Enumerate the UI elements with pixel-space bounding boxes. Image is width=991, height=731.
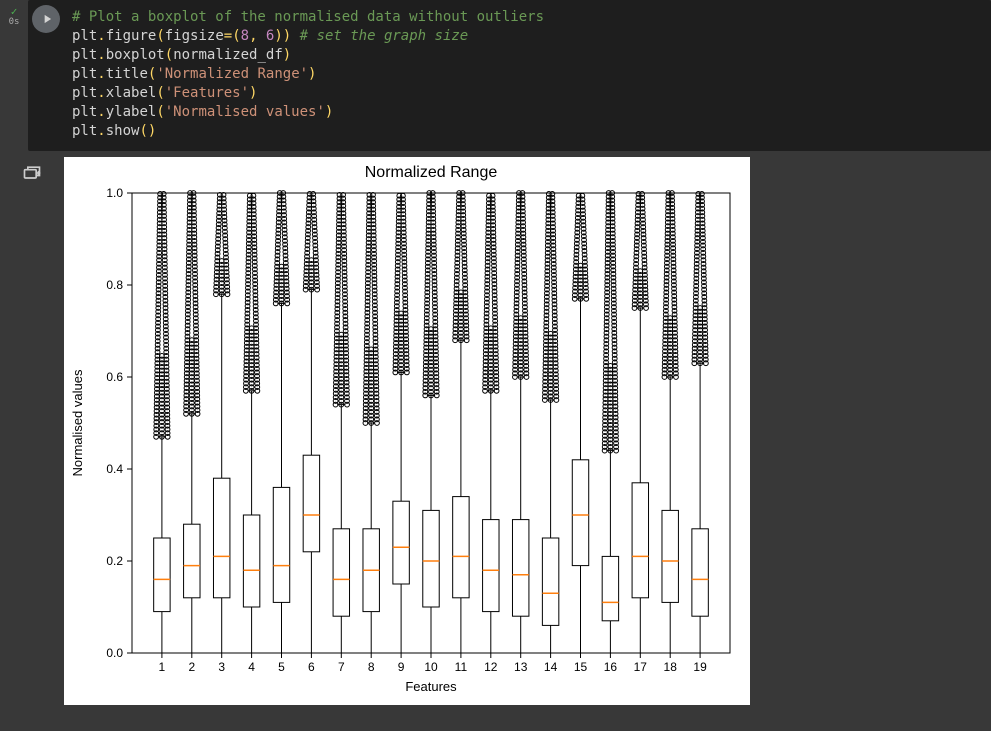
svg-text:0.0: 0.0 [106, 646, 123, 660]
svg-text:0.4: 0.4 [106, 462, 123, 476]
exec-time: 0s [0, 17, 28, 28]
cell-status-gutter: ✓ 0s [0, 0, 28, 151]
code-cell: ✓ 0s # Plot a boxplot of the normalised … [0, 0, 991, 151]
svg-text:3: 3 [218, 660, 225, 674]
svg-text:Normalized Range: Normalized Range [365, 164, 498, 181]
boxplot-chart: Normalized Range Normalised values Feature… [64, 157, 750, 705]
code-line[interactable]: plt.show() [72, 122, 979, 141]
code-line[interactable]: plt.figure(figsize=(8, 6)) # set the gra… [72, 27, 979, 46]
svg-text:2: 2 [188, 660, 195, 674]
svg-text:14: 14 [544, 660, 558, 674]
plot-output: Normalized Range Normalised values Feature… [64, 157, 750, 705]
svg-text:12: 12 [484, 660, 498, 674]
output-gutter [0, 157, 64, 705]
code-editor[interactable]: # Plot a boxplot of the normalised data … [64, 0, 991, 151]
play-icon [40, 12, 54, 26]
svg-text:0.8: 0.8 [106, 278, 123, 292]
variable-inspector-icon[interactable] [20, 161, 44, 185]
svg-text:16: 16 [604, 660, 618, 674]
svg-text:1: 1 [159, 660, 166, 674]
code-line[interactable]: plt.boxplot(normalized_df) [72, 46, 979, 65]
svg-text:17: 17 [634, 660, 648, 674]
code-line[interactable]: plt.title('Normalized Range') [72, 65, 979, 84]
success-check-icon: ✓ [0, 6, 28, 17]
run-cell-button[interactable] [32, 5, 60, 33]
code-line[interactable]: # Plot a boxplot of the normalised data … [72, 8, 979, 27]
svg-text:7: 7 [338, 660, 345, 674]
svg-text:Normalised values: Normalised values [70, 369, 85, 476]
svg-text:0.2: 0.2 [106, 554, 123, 568]
svg-text:15: 15 [574, 660, 588, 674]
run-gutter [28, 0, 64, 151]
svg-text:0.6: 0.6 [106, 370, 123, 384]
code-line[interactable]: plt.xlabel('Features') [72, 84, 979, 103]
code-line[interactable]: plt.ylabel('Normalised values') [72, 103, 979, 122]
svg-text:13: 13 [514, 660, 528, 674]
svg-text:4: 4 [248, 660, 255, 674]
svg-text:8: 8 [368, 660, 375, 674]
svg-text:11: 11 [455, 660, 468, 674]
svg-text:6: 6 [308, 660, 315, 674]
svg-text:19: 19 [693, 660, 707, 674]
output-row: Normalized Range Normalised values Feature… [0, 157, 991, 705]
svg-text:18: 18 [664, 660, 678, 674]
svg-text:9: 9 [398, 660, 405, 674]
svg-text:Features: Features [405, 679, 457, 694]
svg-text:5: 5 [278, 660, 285, 674]
svg-text:1.0: 1.0 [106, 186, 123, 200]
svg-text:10: 10 [424, 660, 438, 674]
